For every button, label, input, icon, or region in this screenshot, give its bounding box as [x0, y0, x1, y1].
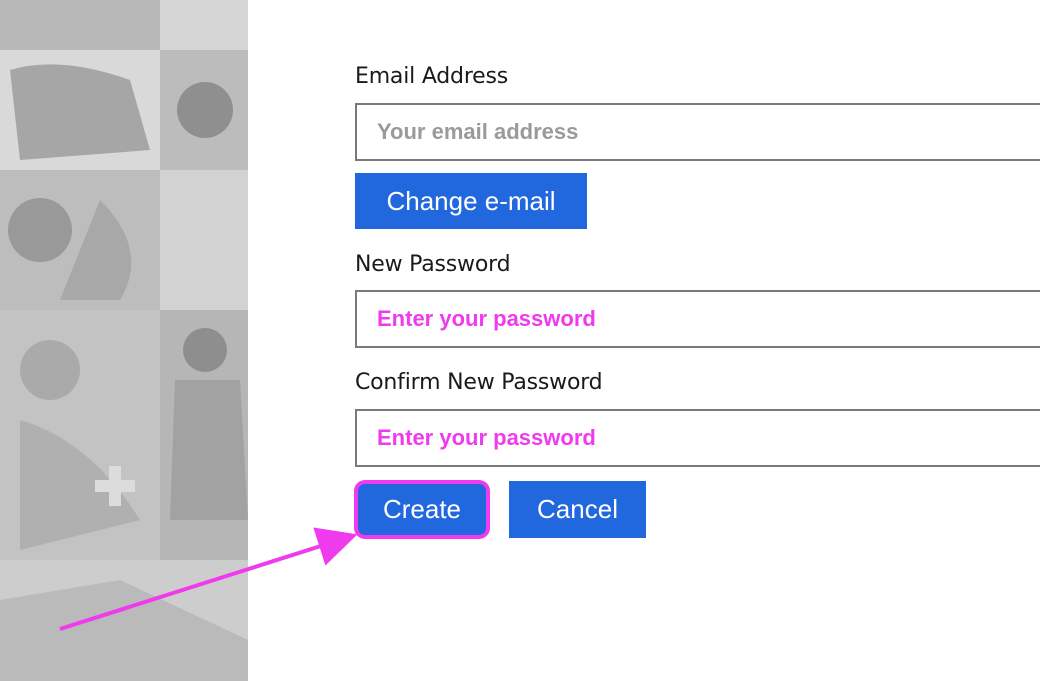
new-password-field[interactable] [355, 290, 1040, 348]
confirm-password-field[interactable] [355, 409, 1040, 467]
page: Email Address Change e-mail New Password… [0, 0, 1040, 681]
new-password-label: New Password [355, 252, 511, 277]
collage-image [0, 0, 248, 681]
email-label: Email Address [355, 64, 509, 89]
change-email-button[interactable]: Change e-mail [355, 173, 587, 229]
create-button[interactable]: Create [355, 481, 489, 538]
decorative-photo-collage [0, 0, 248, 681]
email-field[interactable] [355, 103, 1040, 161]
confirm-password-label: Confirm New Password [355, 370, 603, 395]
cancel-button[interactable]: Cancel [509, 481, 646, 538]
